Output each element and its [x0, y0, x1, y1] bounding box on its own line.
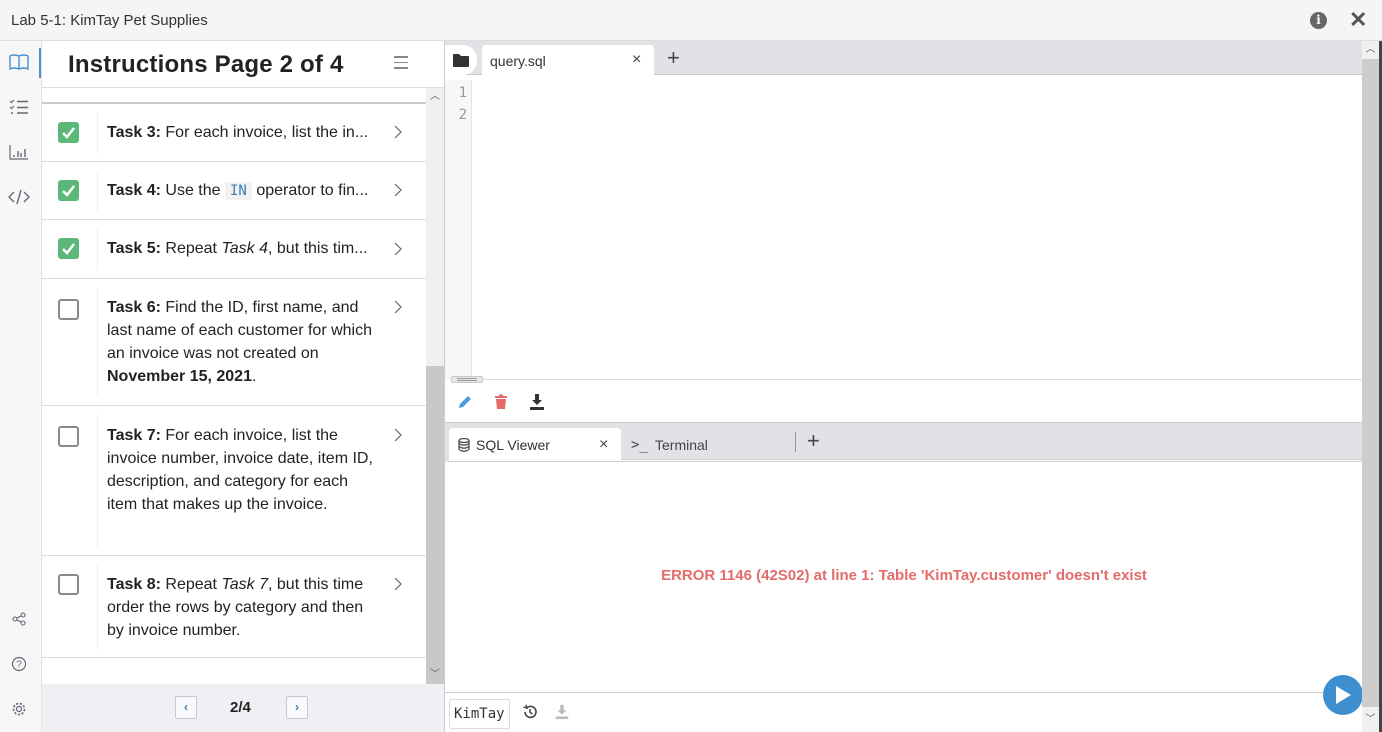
- close-tab-icon[interactable]: ×: [599, 436, 608, 454]
- error-message: ERROR 1146 (42S02) at line 1: Table 'Kim…: [661, 567, 1147, 584]
- instructions-scrollbar[interactable]: ︿ ﹀: [426, 88, 444, 684]
- scroll-up-icon[interactable]: ︿: [1362, 41, 1379, 59]
- scroll-down-icon[interactable]: ﹀: [1362, 707, 1379, 732]
- bottom-tabbar: SQL Viewer × >_ Terminal +: [445, 422, 1363, 461]
- pencil-icon[interactable]: [456, 393, 474, 411]
- book-icon[interactable]: [8, 51, 30, 73]
- task-checkbox[interactable]: [58, 238, 79, 259]
- editor-toolbar: [445, 381, 1363, 421]
- prev-page-button[interactable]: ‹: [175, 696, 197, 719]
- scrollbar-thumb[interactable]: [426, 366, 444, 684]
- icon-rail: ?: [0, 41, 42, 732]
- terminal-icon: >_: [631, 437, 648, 453]
- add-tab-button[interactable]: +: [667, 45, 680, 71]
- task-text: Task 4: Use the IN operator to fin...: [107, 182, 369, 200]
- task-checkbox[interactable]: [58, 122, 79, 143]
- tab-sql-viewer[interactable]: SQL Viewer ×: [449, 428, 621, 461]
- divider: [795, 432, 796, 452]
- tab-terminal[interactable]: >_ Terminal: [629, 428, 799, 461]
- task-text: Task 3: For each invoice, list the in...: [107, 124, 369, 141]
- task-list: Task 3: For each invoice, list the in...…: [42, 88, 426, 684]
- sql-result-panel: ERROR 1146 (42S02) at line 1: Table 'Kim…: [445, 461, 1363, 692]
- page-indicator: 2/4: [230, 699, 251, 716]
- task-checkbox[interactable]: [58, 180, 79, 201]
- task-checkbox[interactable]: [58, 426, 79, 447]
- next-page-button[interactable]: ›: [286, 696, 308, 719]
- title-bar: Lab 5-1: KimTay Pet Supplies i ✕: [0, 0, 1382, 41]
- chevron-right-icon[interactable]: [392, 243, 404, 255]
- bar-chart-icon[interactable]: [8, 141, 30, 163]
- instructions-panel: Instructions Page 2 of 4 Task 3: For eac…: [42, 41, 444, 732]
- tab-query-sql[interactable]: query.sql ×: [482, 45, 654, 76]
- active-indicator: [39, 48, 41, 78]
- task-text: Task 6: Find the ID, first name, and las…: [107, 299, 373, 385]
- trash-icon[interactable]: [492, 393, 510, 411]
- code-icon[interactable]: [8, 186, 30, 208]
- run-button[interactable]: [1323, 675, 1363, 715]
- scroll-down-icon[interactable]: ﹀: [426, 666, 444, 684]
- line-number: 1: [458, 85, 467, 101]
- panel-resize-handle[interactable]: [451, 376, 483, 383]
- chevron-right-icon[interactable]: [392, 301, 404, 313]
- download-results-icon[interactable]: [554, 704, 570, 720]
- help-icon[interactable]: ?: [8, 653, 30, 675]
- close-tab-icon[interactable]: ×: [632, 51, 641, 69]
- task-item-6[interactable]: Task 6: Find the ID, first name, and las…: [42, 280, 426, 406]
- hamburger-icon[interactable]: [394, 56, 408, 73]
- task-checkbox[interactable]: [58, 574, 79, 595]
- chevron-right-icon[interactable]: [392, 429, 404, 441]
- pagination: ‹ 2/4 ›: [42, 684, 444, 732]
- history-icon[interactable]: [522, 704, 538, 720]
- editor-area: query.sql × + 1 2 SQL Viewer × >_ Termin…: [444, 41, 1363, 732]
- editor-scrollbar[interactable]: ︿ ﹀: [1362, 41, 1379, 732]
- svg-text:?: ?: [16, 660, 22, 671]
- window-title: Lab 5-1: KimTay Pet Supplies: [11, 12, 208, 29]
- add-tab-button[interactable]: +: [807, 428, 820, 454]
- task-text: Task 7: For each invoice, list the invoi…: [107, 427, 373, 513]
- chevron-right-icon[interactable]: [392, 578, 404, 590]
- scroll-up-icon[interactable]: ︿: [426, 88, 444, 106]
- task-item-8[interactable]: Task 8: Repeat Task 7, but this time ord…: [42, 557, 426, 658]
- task-item-3[interactable]: Task 3: For each invoice, list the in...: [42, 104, 426, 162]
- code-editor[interactable]: 1 2: [445, 80, 1363, 380]
- task-text: Task 5: Repeat Task 4, but this tim...: [107, 240, 368, 257]
- folder-icon[interactable]: [445, 45, 477, 75]
- task-checkbox[interactable]: [58, 299, 79, 320]
- play-icon: [1336, 686, 1351, 704]
- gear-icon[interactable]: [8, 698, 30, 720]
- chevron-right-icon[interactable]: [392, 184, 404, 196]
- status-bar: KimTay: [445, 692, 1363, 732]
- database-icon: [458, 438, 470, 452]
- line-number: 2: [458, 107, 467, 123]
- database-selector[interactable]: KimTay: [449, 699, 510, 729]
- task-item-5[interactable]: Task 5: Repeat Task 4, but this tim...: [42, 221, 426, 279]
- task-item-7[interactable]: Task 7: For each invoice, list the invoi…: [42, 407, 426, 556]
- close-icon[interactable]: ✕: [1349, 8, 1367, 32]
- share-icon[interactable]: [8, 608, 30, 630]
- chevron-right-icon[interactable]: [392, 126, 404, 138]
- info-icon[interactable]: i: [1310, 12, 1327, 29]
- task-text: Task 8: Repeat Task 7, but this time ord…: [107, 576, 364, 639]
- download-icon[interactable]: [528, 393, 546, 411]
- line-gutter: 1 2: [445, 80, 472, 380]
- checklist-icon[interactable]: [8, 96, 30, 118]
- page-title: Instructions Page 2 of 4: [68, 51, 344, 78]
- editor-tabbar: query.sql × +: [445, 41, 1363, 76]
- task-item-4[interactable]: Task 4: Use the IN operator to fin...: [42, 163, 426, 220]
- instructions-header: Instructions Page 2 of 4: [42, 41, 444, 88]
